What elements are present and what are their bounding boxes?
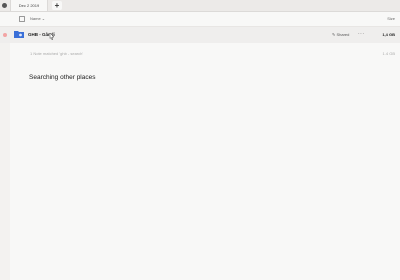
hidden-result-size: 1.4 GB: [382, 51, 395, 56]
hidden-result-text: 1 Note matched 'ghb - search': [30, 51, 84, 56]
name-column-header[interactable]: Name ⌄: [30, 16, 45, 21]
shared-label: Shared: [336, 32, 350, 37]
sort-down-icon: ⌄: [41, 16, 46, 21]
row-size: 1,4 GB: [382, 32, 395, 37]
name-column-label: Name: [30, 16, 41, 21]
add-tab-button[interactable]: +: [52, 1, 62, 10]
column-header: [0, 12, 400, 27]
size-column-header[interactable]: Size: [387, 16, 395, 21]
status-dot: [3, 33, 7, 37]
tab-bar: Dec 2 2019 +: [0, 0, 400, 12]
sidebar: [0, 27, 10, 280]
menu-icon[interactable]: [2, 3, 7, 8]
cursor-icon: [49, 33, 55, 40]
shared-status[interactable]: ✎ Shared: [332, 32, 349, 37]
searching-status: Searching other places: [29, 74, 96, 81]
tab-date[interactable]: Dec 2 2019: [10, 0, 48, 11]
shared-folder-icon: [14, 31, 24, 38]
select-all-checkbox[interactable]: [19, 16, 25, 22]
pencil-icon: ✎: [332, 32, 336, 37]
more-options-icon[interactable]: ···: [358, 31, 365, 37]
table-row[interactable]: GHB - Gândi ✎ Shared ··· 1,4 GB: [0, 27, 400, 43]
